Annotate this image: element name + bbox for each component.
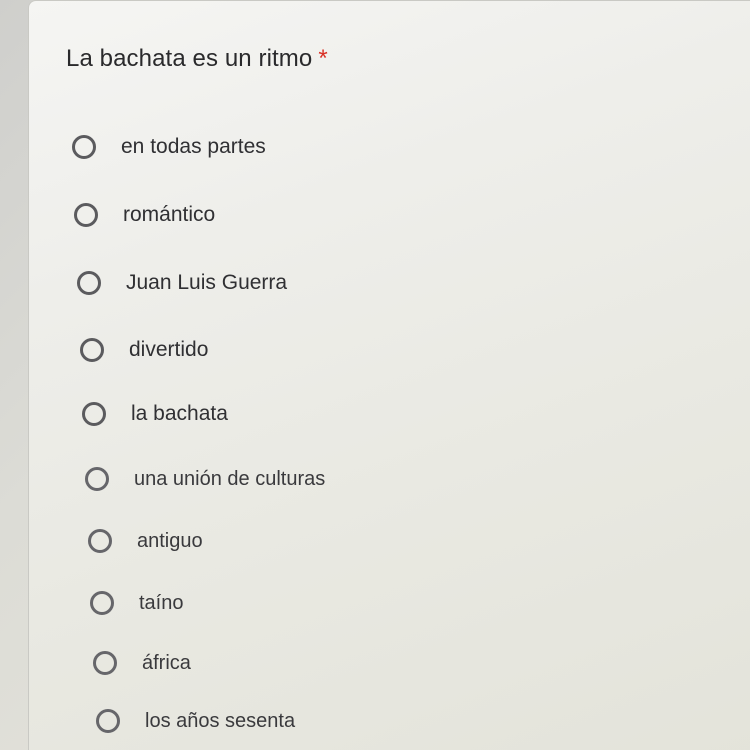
radio-button[interactable] [82,402,106,426]
option-label: Juan Luis Guerra [126,271,288,294]
option-label: la bachata [131,402,228,425]
radio-option-antiguo[interactable]: antiguo [88,521,203,561]
radio-option-divertido[interactable]: divertido [80,330,208,370]
radio-group: en todas partes romántico Juan Luis Guer… [29,1,750,750]
option-label: antiguo [137,529,203,552]
radio-button[interactable] [88,529,112,553]
radio-button[interactable] [80,338,104,362]
radio-option-una-union-de-culturas[interactable]: una unión de culturas [85,459,325,499]
option-label: divertido [129,338,209,361]
question-card: La bachata es un ritmo * en todas partes … [28,0,750,750]
radio-option-africa[interactable]: áfrica [93,643,191,683]
radio-option-en-todas-partes[interactable]: en todas partes [72,127,266,167]
radio-button[interactable] [77,271,101,295]
radio-option-la-bachata[interactable]: la bachata [82,394,228,434]
radio-button[interactable] [72,135,96,159]
radio-option-romantico[interactable]: romántico [74,195,215,235]
radio-option-juan-luis-guerra[interactable]: Juan Luis Guerra [77,263,287,303]
radio-option-los-anos-sesenta[interactable]: los años sesenta [96,701,295,741]
option-label: una unión de culturas [134,467,326,490]
radio-button[interactable] [85,467,109,491]
option-label: los años sesenta [145,709,296,732]
option-label: áfrica [142,651,191,674]
option-label: taíno [139,591,184,614]
radio-button[interactable] [74,203,98,227]
radio-option-taino[interactable]: taíno [90,583,183,623]
radio-button[interactable] [96,709,120,733]
option-label: en todas partes [121,135,266,158]
radio-button[interactable] [90,591,114,615]
radio-button[interactable] [93,651,117,675]
option-label: romántico [123,203,216,226]
